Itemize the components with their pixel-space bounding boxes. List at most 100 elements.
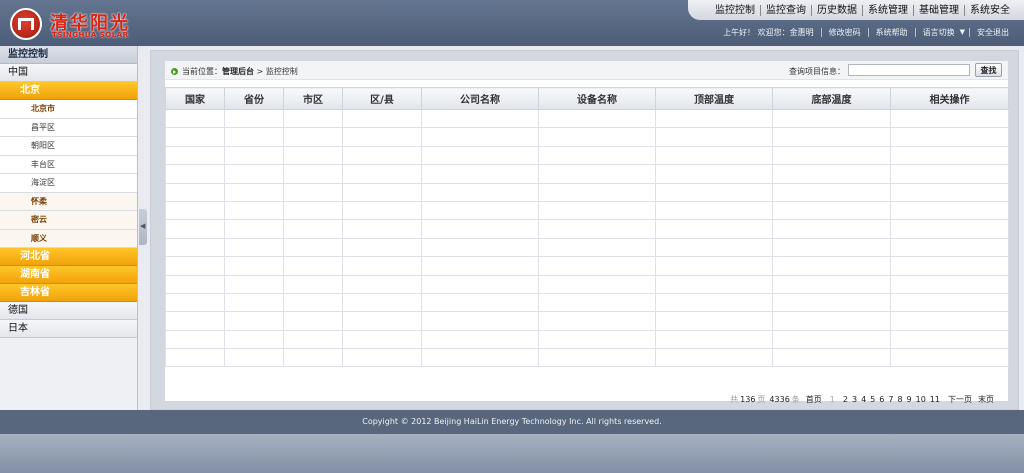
sidebar-city-beijing[interactable]: 北京市 bbox=[0, 100, 137, 119]
sidebar-city-chaoyang[interactable]: 朝阳区 bbox=[0, 137, 137, 156]
pager-next[interactable]: 下一页 bbox=[948, 394, 972, 405]
column-header-country[interactable]: 国家 bbox=[165, 87, 225, 110]
table-row bbox=[165, 274, 1009, 294]
search-button[interactable]: 查找 bbox=[975, 63, 1002, 77]
sidebar-province-beijing[interactable]: 北京 bbox=[0, 82, 137, 100]
sidebar-province-hunan[interactable]: 湖南省 bbox=[0, 266, 137, 284]
nav-system-security[interactable]: 系统安全 bbox=[965, 5, 1016, 16]
table-row bbox=[165, 108, 1009, 129]
logo: 清华阳光 TSINGHUA SOLAR bbox=[8, 6, 148, 42]
table-row bbox=[165, 311, 1009, 331]
footer-copyright: Copyight © 2012 Beijing HaiLin Energy Te… bbox=[362, 417, 662, 426]
sidebar-city-haidian[interactable]: 海淀区 bbox=[0, 174, 137, 193]
pager-total-pages: 136 bbox=[740, 395, 756, 404]
column-header-device[interactable]: 设备名称 bbox=[538, 87, 656, 110]
nav-history-data[interactable]: 历史数据 bbox=[812, 4, 863, 16]
table-row bbox=[165, 348, 1009, 368]
sidebar-country-china[interactable]: 中国 bbox=[0, 64, 137, 82]
search-input[interactable] bbox=[848, 64, 970, 76]
breadcrumb-prefix: 当前位置： bbox=[182, 67, 222, 76]
pagination: 共 136 页 4336 条 首页 1 2 3 4 5 6 7 8 9 10 1… bbox=[726, 394, 994, 405]
pager-first[interactable]: 首页 bbox=[806, 394, 822, 405]
column-header-company[interactable]: 公司名称 bbox=[421, 87, 539, 110]
nav-system-management[interactable]: 系统管理 bbox=[863, 4, 914, 16]
sidebar-city-shunyi[interactable]: 顺义 bbox=[0, 229, 137, 248]
sidebar-city-changping[interactable]: 昌平区 bbox=[0, 118, 137, 137]
chevron-down-icon[interactable]: ▼ bbox=[960, 28, 967, 37]
pager-pages-unit: 页 bbox=[757, 395, 766, 404]
pager-page[interactable]: 9 bbox=[907, 395, 912, 404]
sidebar-city-miyun[interactable]: 密云 bbox=[0, 211, 137, 230]
breadcrumb: 当前位置： 管理后台 > 监控控制 bbox=[171, 66, 298, 77]
pager-page[interactable]: 4 bbox=[861, 395, 866, 404]
sidebar-city-huairou[interactable]: 怀柔 bbox=[0, 192, 137, 211]
pager-total-prefix: 共 bbox=[730, 395, 739, 404]
user-greeting: 上午好！ 欢迎您：金惠明 bbox=[723, 28, 814, 37]
logout-link[interactable]: 安全退出 bbox=[972, 28, 1014, 37]
table-row bbox=[165, 164, 1009, 184]
content-panel: 当前位置： 管理后台 > 监控控制 查询项目信息： 查找 国家 省份 市区 区/… bbox=[165, 61, 1009, 404]
pager-page[interactable]: 8 bbox=[897, 395, 902, 404]
pager-total-items: 4336 bbox=[769, 395, 790, 404]
column-header-city[interactable]: 市区 bbox=[283, 87, 343, 110]
column-header-district[interactable]: 区/县 bbox=[342, 87, 422, 110]
pager-page[interactable]: 2 bbox=[843, 395, 848, 404]
table-row bbox=[165, 329, 1009, 350]
column-header-top-temp[interactable]: 顶部温度 bbox=[655, 87, 773, 110]
column-header-bottom-temp[interactable]: 底部温度 bbox=[772, 87, 891, 110]
toolbar: 当前位置： 管理后台 > 监控控制 查询项目信息： 查找 bbox=[165, 61, 1008, 80]
sidebar: 监控控制 中国 北京 北京市 昌平区 朝阳区 丰台区 海淀区 怀柔 密云 顺义 … bbox=[0, 46, 138, 410]
language-switch[interactable]: 语言切换 bbox=[918, 28, 960, 37]
data-table: 国家 省份 市区 区/县 公司名称 设备名称 顶部温度 底部温度 相关操作 bbox=[165, 87, 1009, 368]
main-content: 当前位置： 管理后台 > 监控控制 查询项目信息： 查找 国家 省份 市区 区/… bbox=[150, 50, 1019, 410]
pager-page[interactable]: 11 bbox=[930, 395, 940, 404]
divider bbox=[820, 28, 822, 37]
sidebar-collapse-toggle[interactable]: ◀ bbox=[139, 209, 147, 245]
help-link[interactable]: 系统帮助 bbox=[871, 28, 913, 37]
table-row bbox=[165, 256, 1009, 276]
sidebar-city-fengtai[interactable]: 丰台区 bbox=[0, 155, 137, 174]
sidebar-country-germany[interactable]: 德国 bbox=[0, 302, 137, 320]
top-nav: 监控控制 监控查询 历史数据 系统管理 基础管理 系统安全 bbox=[688, 0, 1024, 20]
bottom-band bbox=[0, 434, 1024, 473]
pager-page[interactable]: 7 bbox=[888, 395, 893, 404]
header-bar: 清华阳光 TSINGHUA SOLAR 监控控制 监控查询 历史数据 系统管理 … bbox=[0, 0, 1024, 46]
table-row bbox=[165, 219, 1009, 239]
table-row bbox=[165, 237, 1009, 258]
pager-page[interactable]: 10 bbox=[916, 395, 926, 404]
divider bbox=[914, 28, 916, 37]
nav-monitor-query[interactable]: 监控查询 bbox=[761, 4, 812, 16]
arrow-right-icon bbox=[171, 68, 178, 75]
pager-current-page: 1 bbox=[829, 395, 835, 404]
sidebar-province-jilin[interactable]: 吉林省 bbox=[0, 284, 137, 302]
breadcrumb-current: 监控控制 bbox=[265, 67, 298, 76]
table-row bbox=[165, 292, 1009, 313]
sidebar-province-hebei[interactable]: 河北省 bbox=[0, 248, 137, 266]
column-header-province[interactable]: 省份 bbox=[224, 87, 284, 110]
table-row bbox=[165, 200, 1009, 221]
table-header-row: 国家 省份 市区 区/县 公司名称 设备名称 顶部温度 底部温度 相关操作 bbox=[165, 87, 1009, 110]
pager-page[interactable]: 5 bbox=[870, 395, 875, 404]
logo-subtext: TSINGHUA SOLAR bbox=[52, 31, 129, 39]
change-password-link[interactable]: 修改密码 bbox=[824, 28, 866, 37]
table-row bbox=[165, 182, 1009, 202]
pager-page[interactable]: 3 bbox=[852, 395, 857, 404]
pager-last[interactable]: 末页 bbox=[978, 394, 994, 405]
user-bar: 上午好！ 欢迎您：金惠明 修改密码 系统帮助 语言切换 ▼ 安全退出 bbox=[718, 28, 1014, 37]
pager-items-unit: 条 bbox=[791, 395, 800, 404]
footer: Copyight © 2012 Beijing HaiLin Energy Te… bbox=[0, 410, 1024, 434]
table-row bbox=[165, 127, 1009, 147]
divider bbox=[867, 28, 869, 37]
pager-page[interactable]: 6 bbox=[879, 395, 884, 404]
nav-monitor-control[interactable]: 监控控制 bbox=[710, 4, 761, 16]
chevron-left-icon: ◀ bbox=[140, 222, 146, 230]
sidebar-country-japan[interactable]: 日本 bbox=[0, 320, 137, 338]
column-header-actions[interactable]: 相关操作 bbox=[890, 87, 1009, 110]
table-row bbox=[165, 145, 1009, 166]
nav-base-management[interactable]: 基础管理 bbox=[914, 4, 965, 16]
breadcrumb-separator: > bbox=[254, 67, 266, 76]
search-label: 查询项目信息： bbox=[789, 67, 845, 76]
table-body bbox=[165, 108, 1009, 368]
divider bbox=[969, 28, 970, 37]
breadcrumb-home[interactable]: 管理后台 bbox=[222, 66, 254, 77]
